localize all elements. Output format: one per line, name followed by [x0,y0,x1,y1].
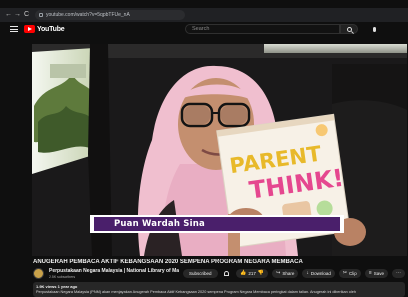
lock-icon [39,13,43,17]
subscribe-button[interactable]: Subscribed [183,268,218,278]
name-caption: Puan Wardah Sina [90,215,344,233]
more-icon: ⋯ [396,269,401,276]
video-title: ANUGERAH PEMBACA AKTIF KEBANGSAAN 2020 S… [33,259,303,265]
thumbs-down-icon[interactable]: 👎 [258,269,264,278]
forward-icon[interactable]: → [13,8,22,22]
share-icon: ↪ [276,269,281,276]
clip-label: Clip [349,270,357,276]
share-label: Share [282,270,295,276]
download-label: Download [310,270,331,276]
address-url: youtube.com/watch?v=5qpbTFUe_nA [46,12,130,18]
search-icon [346,26,352,32]
more-actions-button[interactable]: ⋯ [392,268,405,278]
microphone-icon [372,26,376,32]
scissors-icon: ✂ [342,269,348,276]
share-button[interactable]: ↪ Share [272,268,299,278]
hamburger-menu-icon[interactable] [10,26,18,32]
notification-bell-icon[interactable] [223,270,229,276]
thumbs-up-icon: 👍 [240,269,247,276]
name-caption-bar: Puan Wardah Sina [94,217,340,231]
back-icon[interactable]: ← [4,8,13,22]
browser-window: ← → C youtube.com/watch?v=5qpbTFUe_nA Yo… [0,0,408,297]
address-bar[interactable]: youtube.com/watch?v=5qpbTFUe_nA [35,10,185,20]
save-label: Save [373,270,384,276]
channel-info: Perpustakaan Negara Malaysia | National … [49,268,179,279]
action-buttons: 👍 217 👎 ↪ Share ↓ Download ✂ Clip ≡ Save [236,268,405,278]
voice-search-button[interactable] [369,24,379,34]
clip-button[interactable]: ✂ Clip [338,268,361,278]
youtube-header: YouTube Search [0,22,408,36]
download-icon: ↓ [306,269,309,276]
play-logo-icon [24,25,35,33]
reload-icon[interactable]: C [22,8,31,22]
channel-name[interactable]: Perpustakaan Negara Malaysia | National … [49,268,179,274]
like-count: 217 [248,270,256,276]
view-count-date: 1.9K views 1 year ago [36,284,78,289]
search-placeholder: Search [192,26,210,32]
search-input[interactable]: Search [185,24,340,34]
video-player[interactable]: PARENT THINK! Puan Wardah Sina [32,44,407,256]
speaker-name: Puan Wardah Sina [114,219,205,229]
download-button[interactable]: ↓ Download [302,268,335,278]
save-button[interactable]: ≡ Save [364,268,388,278]
channel-avatar[interactable] [33,267,44,279]
subscriber-count: 2.5K subscribers [49,274,76,279]
logo-text: YouTube [37,25,65,33]
search-button[interactable] [340,24,358,34]
like-button[interactable]: 👍 217 👎 [236,268,269,278]
description-box[interactable]: 1.9K views 1 year ago Perpustakaan Negar… [33,282,405,297]
youtube-logo[interactable]: YouTube [24,25,65,33]
channel-row: Perpustakaan Negara Malaysia | National … [33,266,405,280]
description-text: Perpustakaan Negara Malaysia (PNM) akan … [36,290,356,294]
save-icon: ≡ [368,269,372,276]
browser-toolbar: ← → C youtube.com/watch?v=5qpbTFUe_nA [0,8,408,22]
